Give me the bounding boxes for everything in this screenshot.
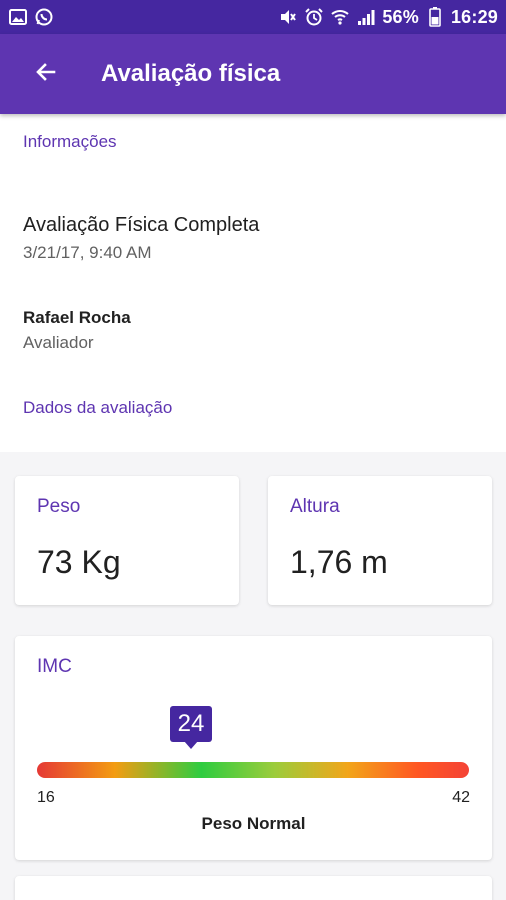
imc-value-marker: 24 xyxy=(170,706,212,749)
weight-card: Peso 73 Kg xyxy=(15,476,239,605)
signal-icon xyxy=(356,7,376,27)
imc-card: IMC 24 16 42 Peso Normal xyxy=(15,636,492,860)
evaluation-title: Avaliação Física Completa xyxy=(23,214,260,236)
status-left xyxy=(8,7,54,27)
status-right: 56% 16:29 xyxy=(278,7,498,28)
imc-label: IMC xyxy=(37,656,72,677)
back-button[interactable] xyxy=(18,46,74,102)
imc-scale-max: 42 xyxy=(452,789,470,806)
weight-label: Peso xyxy=(37,496,81,517)
page-title: Avaliação física xyxy=(101,60,281,87)
evaluator-name: Rafael Rocha xyxy=(23,308,131,327)
weight-value: 73 Kg xyxy=(37,544,121,580)
metrics-area: Peso 73 Kg Altura 1,76 m IMC 24 16 42 Pe… xyxy=(0,452,506,900)
battery-icon xyxy=(425,7,445,27)
battery-level: 56% xyxy=(382,6,419,27)
mute-icon xyxy=(278,7,298,27)
imc-scale-bar xyxy=(37,762,469,778)
section-header-data: Dados da avaliação xyxy=(23,398,173,417)
evaluation-date: 3/21/17, 9:40 AM xyxy=(23,243,152,262)
height-card: Altura 1,76 m xyxy=(268,476,492,605)
content: Informações Avaliação Física Completa 3/… xyxy=(0,114,506,900)
imc-status: Peso Normal xyxy=(201,814,306,833)
evaluator-role: Avaliador xyxy=(23,333,94,352)
status-bar: 56% 16:29 xyxy=(0,0,506,34)
height-value: 1,76 m xyxy=(290,544,388,580)
wifi-icon xyxy=(330,7,350,27)
app-bar: Avaliação física xyxy=(0,34,506,114)
alarm-icon xyxy=(304,7,324,27)
section-header-info: Informações xyxy=(23,132,117,151)
next-card xyxy=(15,876,492,900)
imc-scale-min: 16 xyxy=(37,789,55,806)
whatsapp-icon xyxy=(34,7,54,27)
height-label: Altura xyxy=(290,496,340,517)
arrow-back-icon xyxy=(34,60,58,89)
image-icon xyxy=(8,7,28,27)
clock: 16:29 xyxy=(450,6,498,27)
